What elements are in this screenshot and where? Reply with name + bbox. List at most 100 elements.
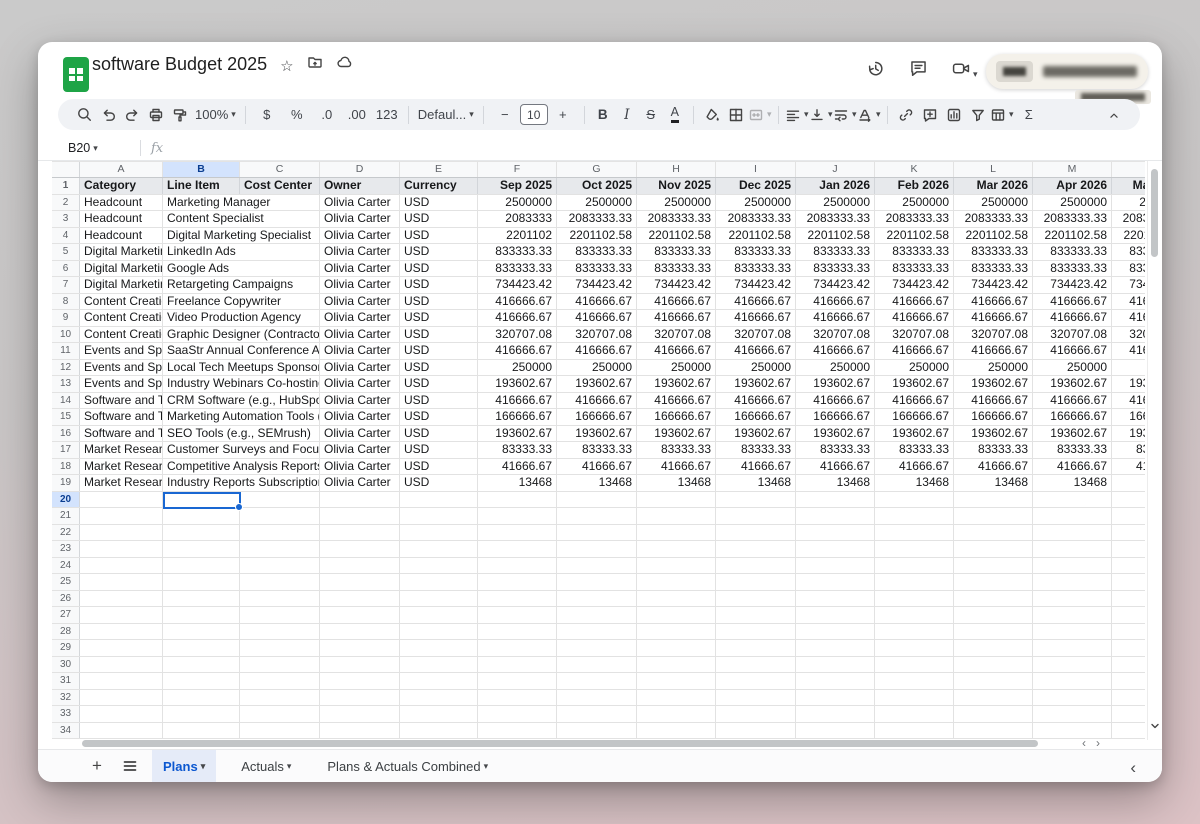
- cell-amount[interactable]: 833333.33: [478, 244, 557, 260]
- cell-amount[interactable]: 416666.67: [716, 310, 796, 326]
- cell[interactable]: [637, 492, 716, 508]
- cell[interactable]: [478, 574, 557, 590]
- cell-owner[interactable]: Olivia Carter: [320, 327, 400, 343]
- cell-amount[interactable]: 2083333.33: [716, 211, 796, 227]
- row-header-1[interactable]: 1: [52, 178, 80, 194]
- cell[interactable]: [240, 591, 320, 607]
- cell-amount[interactable]: 13468: [637, 475, 716, 491]
- cell-line-item[interactable]: CRM Software (e.g., HubSpot): [163, 393, 320, 409]
- cell[interactable]: [557, 673, 637, 689]
- cell[interactable]: [400, 574, 478, 590]
- row-header-9[interactable]: 9: [52, 310, 80, 326]
- cell[interactable]: [478, 673, 557, 689]
- cell-amount[interactable]: 41666.67: [954, 459, 1033, 475]
- cell-amount[interactable]: 416666.67: [557, 393, 637, 409]
- cell-amount[interactable]: 734423.42: [478, 277, 557, 293]
- cell-amount[interactable]: 833333.33: [557, 261, 637, 277]
- cell-amount[interactable]: 83333.33: [1112, 442, 1145, 458]
- cell[interactable]: [796, 574, 875, 590]
- cell[interactable]: [1112, 574, 1145, 590]
- cell-amount[interactable]: 250000: [716, 360, 796, 376]
- cell-amount[interactable]: 13468: [557, 475, 637, 491]
- cell[interactable]: [80, 673, 163, 689]
- cell[interactable]: [478, 723, 557, 739]
- cell-amount[interactable]: 41666.67: [478, 459, 557, 475]
- cell[interactable]: [875, 624, 954, 640]
- cell[interactable]: [557, 657, 637, 673]
- cell[interactable]: [400, 492, 478, 508]
- cell-amount[interactable]: 416666.67: [1033, 393, 1112, 409]
- cell[interactable]: [716, 640, 796, 656]
- cell[interactable]: [163, 508, 240, 524]
- cell[interactable]: [954, 508, 1033, 524]
- cell-line-item[interactable]: Retargeting Campaigns: [163, 277, 320, 293]
- cell-month-header[interactable]: May 2026: [1112, 178, 1145, 194]
- cell[interactable]: [320, 492, 400, 508]
- cell-category[interactable]: Market Research: [80, 475, 163, 491]
- cell-amount[interactable]: 2083333.33: [637, 211, 716, 227]
- bold-button[interactable]: B: [591, 103, 615, 127]
- cell[interactable]: [400, 657, 478, 673]
- cell-owner[interactable]: Olivia Carter: [320, 360, 400, 376]
- cell[interactable]: [478, 640, 557, 656]
- cell[interactable]: [320, 706, 400, 722]
- cell-amount[interactable]: 833333.33: [478, 261, 557, 277]
- cell-currency[interactable]: USD: [400, 393, 478, 409]
- cell-amount[interactable]: 416666.67: [954, 310, 1033, 326]
- cell-amount[interactable]: 2083333: [478, 211, 557, 227]
- cell-amount[interactable]: 2083333.33: [796, 211, 875, 227]
- cell[interactable]: [875, 558, 954, 574]
- row-header-30[interactable]: 30: [52, 657, 80, 673]
- cell[interactable]: [557, 492, 637, 508]
- cell-month-header[interactable]: Mar 2026: [954, 178, 1033, 194]
- cell-amount[interactable]: 734423.42: [716, 277, 796, 293]
- cell-amount[interactable]: 833333.33: [716, 244, 796, 260]
- cell[interactable]: [1112, 492, 1145, 508]
- cell[interactable]: [875, 574, 954, 590]
- cell[interactable]: [320, 574, 400, 590]
- cell[interactable]: [80, 640, 163, 656]
- cell[interactable]: [796, 690, 875, 706]
- column-header-B[interactable]: B: [163, 162, 240, 177]
- cell[interactable]: [163, 624, 240, 640]
- cell[interactable]: [637, 591, 716, 607]
- cell[interactable]: [637, 607, 716, 623]
- text-wrap-icon[interactable]: [833, 103, 857, 127]
- insert-chart-icon[interactable]: [942, 103, 966, 127]
- cell-amount[interactable]: 416666.67: [637, 310, 716, 326]
- cell-line-item[interactable]: Industry Reports Subscription: [163, 475, 320, 491]
- cell-line-item-header[interactable]: Line Item: [163, 178, 240, 194]
- cell[interactable]: [320, 640, 400, 656]
- cell-amount[interactable]: 193602.67: [1112, 376, 1145, 392]
- italic-button[interactable]: I: [615, 103, 639, 127]
- cell-owner[interactable]: Olivia Carter: [320, 442, 400, 458]
- cell[interactable]: [320, 624, 400, 640]
- cell-currency[interactable]: USD: [400, 261, 478, 277]
- cloud-saved-icon[interactable]: [336, 54, 353, 75]
- cell-amount[interactable]: 193602.67: [875, 376, 954, 392]
- cell[interactable]: [478, 657, 557, 673]
- cell[interactable]: [240, 525, 320, 541]
- cell[interactable]: [637, 574, 716, 590]
- cell-amount[interactable]: 833333.33: [954, 244, 1033, 260]
- cell-currency[interactable]: USD: [400, 244, 478, 260]
- cell[interactable]: [796, 525, 875, 541]
- cell[interactable]: [557, 607, 637, 623]
- cell-owner[interactable]: Olivia Carter: [320, 310, 400, 326]
- cell-amount[interactable]: 416666.67: [637, 393, 716, 409]
- cell-amount[interactable]: 13468: [1112, 475, 1145, 491]
- cell[interactable]: [240, 574, 320, 590]
- row-header-8[interactable]: 8: [52, 294, 80, 310]
- cell-amount[interactable]: 2500000: [796, 195, 875, 211]
- cell[interactable]: [637, 723, 716, 739]
- cell-amount[interactable]: 320707.08: [954, 327, 1033, 343]
- cell[interactable]: [1112, 657, 1145, 673]
- font-style-select[interactable]: Defaul...: [415, 103, 477, 127]
- cell-amount[interactable]: 416666.67: [637, 343, 716, 359]
- cell[interactable]: [557, 624, 637, 640]
- cell[interactable]: [1033, 640, 1112, 656]
- cell[interactable]: [478, 607, 557, 623]
- cell-owner[interactable]: Olivia Carter: [320, 409, 400, 425]
- cell-line-item[interactable]: Customer Surveys and Focus Gro: [163, 442, 320, 458]
- cell[interactable]: [796, 624, 875, 640]
